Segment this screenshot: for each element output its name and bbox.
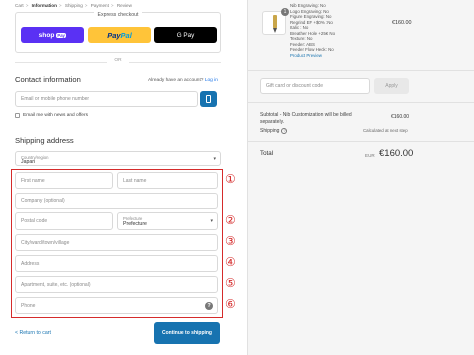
company-field[interactable]: Company (optional) [15, 193, 218, 209]
paypal-button[interactable]: Pay Pal [88, 27, 151, 43]
annotation-number-4: ④ [225, 255, 236, 269]
breadcrumb-information: Information [31, 3, 57, 8]
breadcrumb-shipping: Shipping [64, 3, 83, 8]
login-link[interactable]: Log in [205, 78, 218, 83]
item-price: €160.00 [392, 20, 412, 26]
divider [248, 70, 474, 71]
currency-code: EUR [365, 153, 375, 158]
breadcrumb: Cart > Information > Shipping > Payment > Re… [15, 3, 132, 8]
account-prompt: Already have an account? Log in [148, 78, 218, 83]
address-field[interactable]: Address [15, 255, 218, 272]
breadcrumb-payment: Payment [90, 3, 109, 8]
subtotal-label: Subtotal - Nib Customization will be bil… [260, 112, 352, 125]
shipping-value: Calculated at next step [363, 128, 408, 133]
smartphone-icon [206, 95, 211, 103]
prefecture-value: Prefecture [123, 221, 147, 227]
first-name-field[interactable]: First name [15, 172, 113, 189]
checkout-main: Cart > Information > Shipping > Payment > Re… [0, 0, 233, 355]
email-placeholder: Email or mobile phone number [21, 96, 90, 102]
city-field[interactable]: City/ward/town/village [15, 234, 218, 251]
postal-code-field[interactable]: Postal code [15, 212, 113, 230]
country-value: Japan [21, 159, 36, 165]
subtotal-value: €160.00 [391, 114, 410, 120]
shipping-heading: Shipping address [15, 136, 74, 145]
apply-button[interactable]: Apply [374, 78, 409, 94]
question-circle-icon[interactable]: ? [281, 128, 288, 134]
continue-to-shipping-button[interactable]: Continue to shipping [154, 322, 220, 344]
question-circle-icon[interactable]: ? [205, 302, 213, 310]
contact-heading: Contact information [15, 75, 81, 84]
or-divider: OR [15, 58, 221, 66]
total-value: €160.00 [379, 148, 414, 159]
total-label: Total [260, 150, 274, 157]
annotation-number-3: ③ [225, 234, 236, 248]
shipping-label: Shipping ? [260, 128, 288, 134]
product-preview-link[interactable]: Product Preview [290, 53, 335, 59]
divider [248, 141, 474, 142]
express-checkout: Express checkout shop Pay Pay Pal G Pay [15, 12, 221, 53]
annotation-number-5: ⑤ [225, 276, 236, 290]
phone-field[interactable]: Phone ? [15, 297, 218, 314]
fountain-pen-image [273, 15, 277, 29]
chevron-down-icon: ▾ [210, 218, 213, 224]
return-to-cart-link[interactable]: < Return to cart [15, 330, 51, 336]
express-checkout-title: Express checkout [93, 12, 143, 18]
last-name-field[interactable]: Last name [117, 172, 218, 189]
email-field[interactable]: Email or mobile phone number [15, 91, 198, 107]
country-select[interactable]: Country/region Japan ▾ [15, 151, 221, 166]
checkbox-icon[interactable] [15, 113, 20, 118]
quantity-badge: 1 [281, 8, 289, 16]
breadcrumb-review: Review [116, 3, 132, 8]
google-pay-button[interactable]: G Pay [154, 27, 217, 43]
divider [248, 102, 474, 103]
phone-toggle-button[interactable] [200, 91, 217, 107]
discount-code-field[interactable]: Gift card or discount code [260, 78, 370, 94]
breadcrumb-cart[interactable]: Cart [15, 3, 24, 8]
shop-pay-button[interactable]: shop Pay [21, 27, 84, 43]
annotation-number-2: ② [225, 213, 236, 227]
annotation-number-1: ① [225, 172, 236, 186]
product-specs: Nib Engraving: No Logo Engraving: No Fig… [290, 3, 336, 59]
annotation-number-6: ⑥ [225, 297, 236, 311]
chevron-down-icon: ▾ [213, 155, 216, 162]
prefecture-select[interactable]: Prefecture Prefecture ▾ [117, 212, 218, 230]
apartment-field[interactable]: Apartment, suite, etc. (optional) [15, 276, 218, 293]
order-summary: 1 Nib Engraving: No Logo Engraving: No F… [247, 0, 474, 355]
newsletter-checkbox[interactable]: Email me with news and offers [15, 113, 88, 118]
